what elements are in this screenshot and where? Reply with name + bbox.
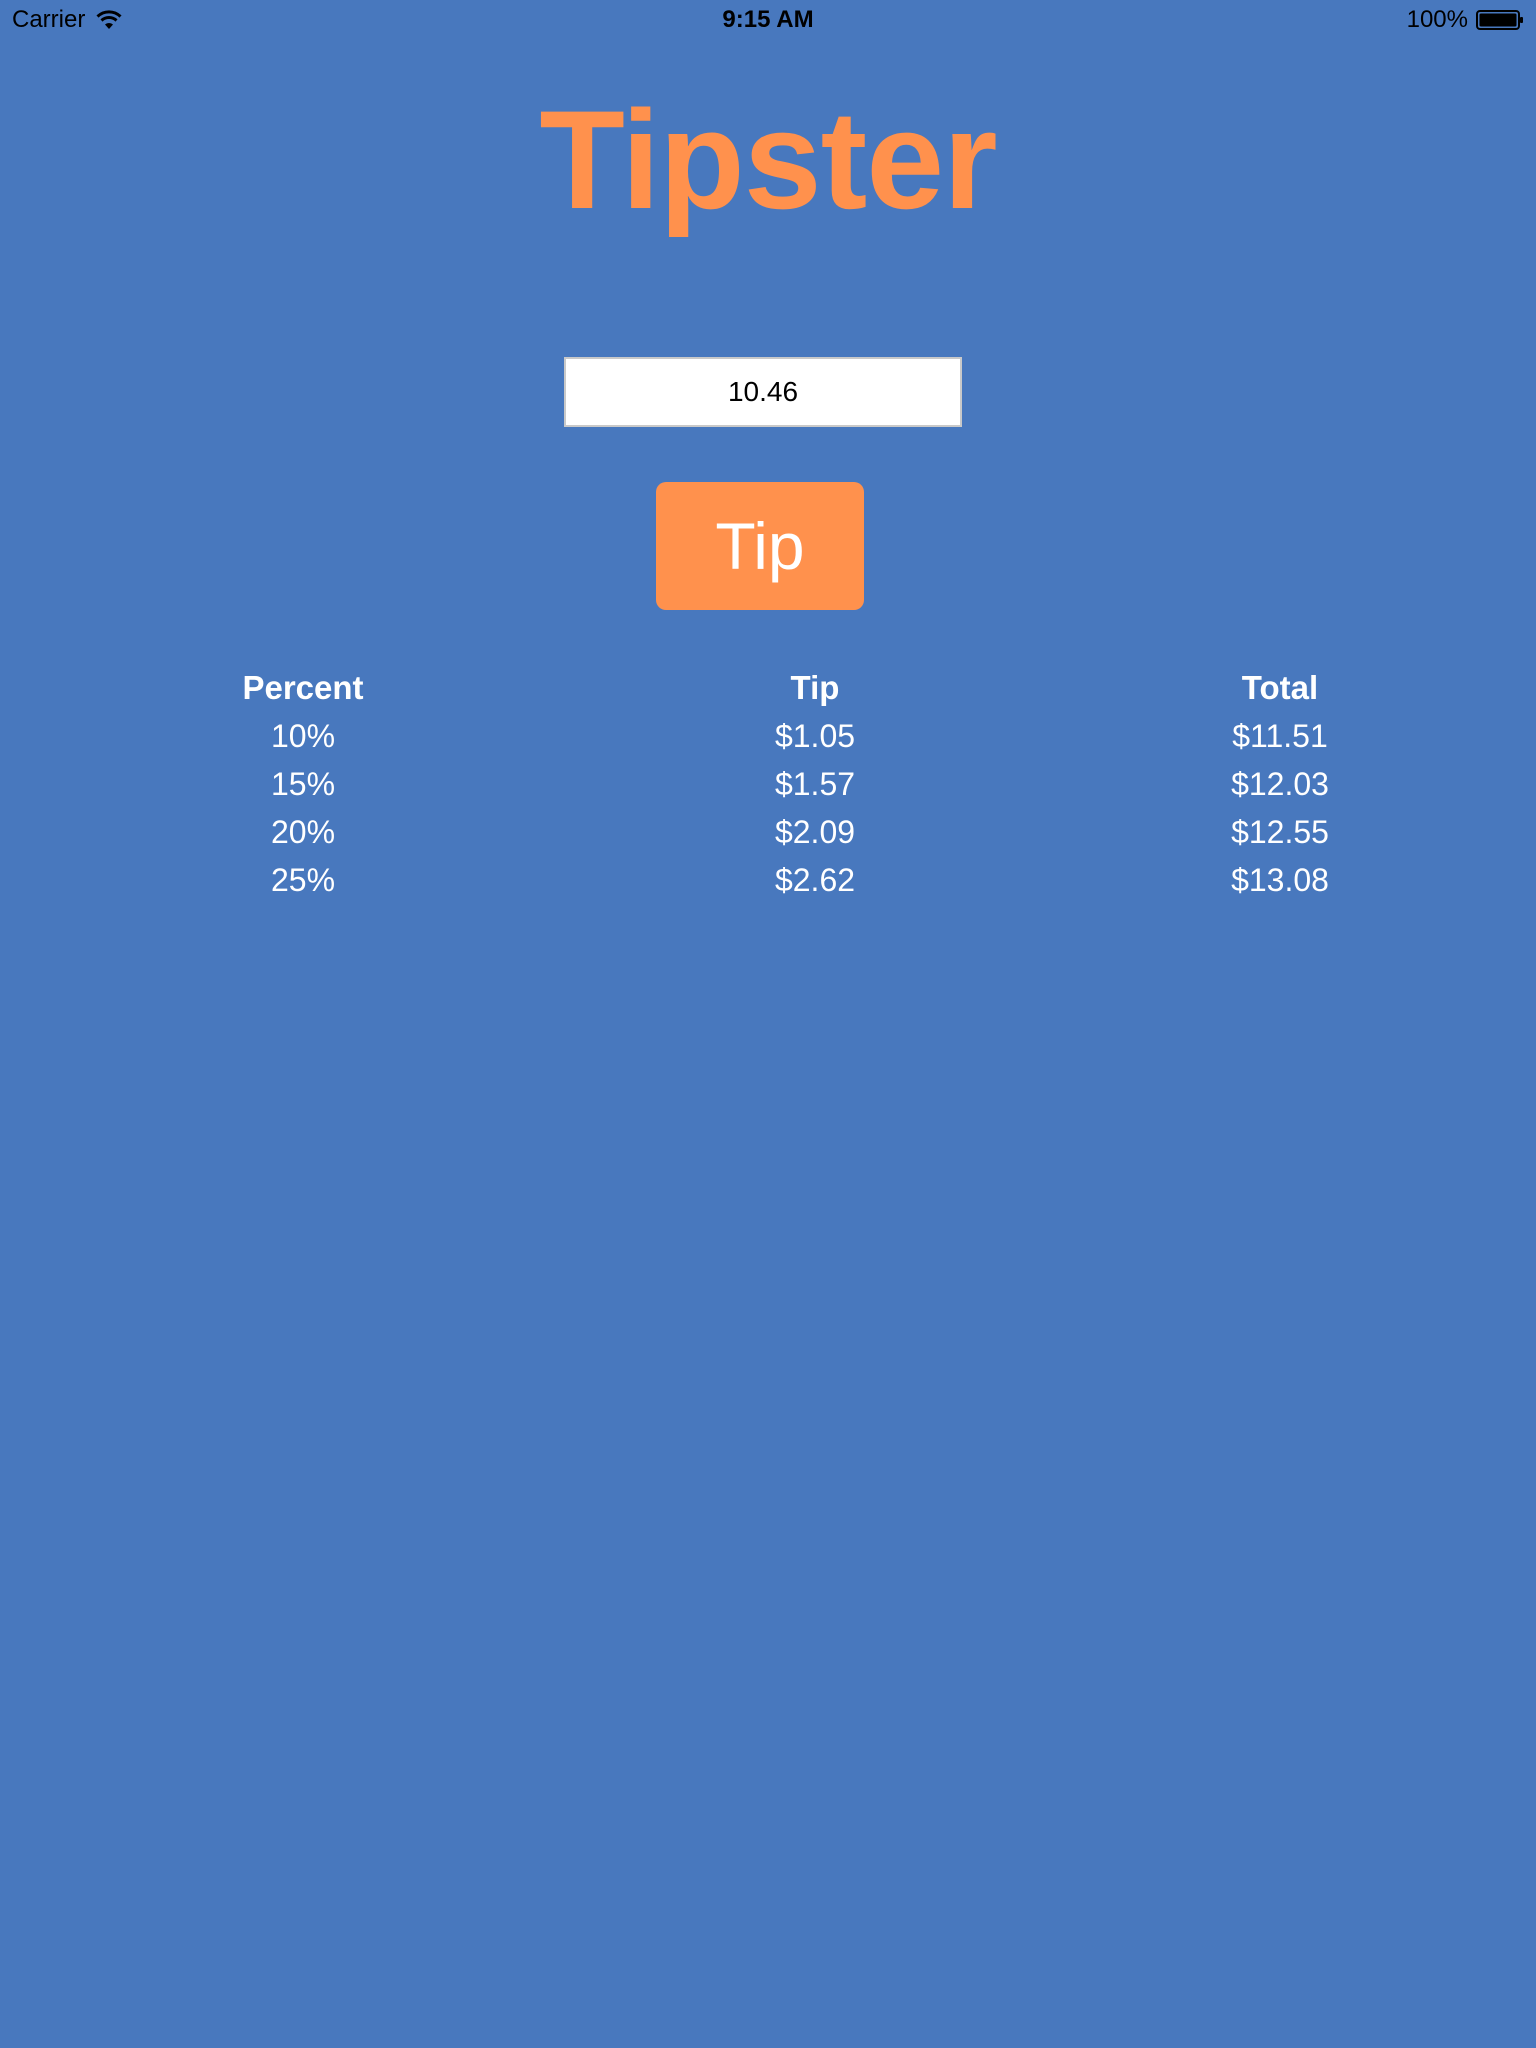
- percent-column: Percent 10% 15% 20% 25%: [153, 664, 453, 904]
- battery-indicator: 100%: [1407, 6, 1524, 34]
- battery-percent: 100%: [1406, 6, 1468, 33]
- total-cell: $11.51: [1232, 718, 1328, 754]
- tip-cell: $1.57: [774, 766, 856, 802]
- status-bar: Carrier 9:15 AM 100%: [0, 0, 1536, 40]
- battery-icon: [1476, 9, 1524, 31]
- total-cell: $13.08: [1231, 862, 1329, 898]
- percent-cell: 10%: [270, 718, 336, 754]
- tip-header: Tip: [790, 669, 840, 706]
- percent-cell: 20%: [270, 814, 336, 850]
- total-cell: $12.55: [1231, 814, 1329, 850]
- tip-cell: $1.05: [774, 718, 856, 754]
- tip-cell: $2.62: [774, 862, 856, 898]
- tip-button[interactable]: Tip: [656, 482, 864, 610]
- bill-amount-input[interactable]: [564, 357, 962, 427]
- percent-header: Percent: [242, 669, 364, 706]
- percent-cell: 25%: [270, 862, 336, 898]
- status-time: 9:15 AM: [722, 6, 814, 33]
- tip-column: Tip $1.05 $1.57 $2.09 $2.62: [665, 664, 965, 904]
- app-title: Tipster: [539, 81, 997, 238]
- total-column: Total $11.51 $12.03 $12.55 $13.08: [1130, 664, 1430, 904]
- percent-cell: 15%: [270, 766, 336, 802]
- total-header: Total: [1241, 669, 1319, 706]
- total-cell: $12.03: [1231, 766, 1329, 802]
- tip-cell: $2.09: [774, 814, 856, 850]
